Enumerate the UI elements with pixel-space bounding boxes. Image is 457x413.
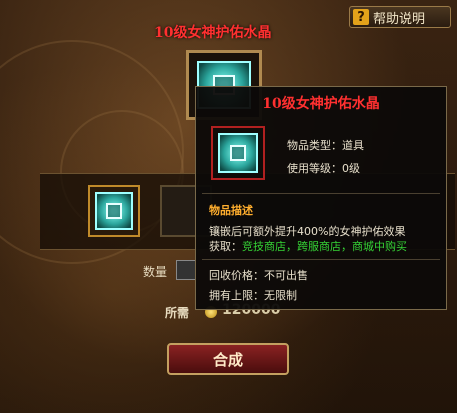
help-button[interactable]: ? 帮助说明 [349,6,451,28]
divider [202,193,440,194]
recycle-price: 回收价格：不可出售 [209,269,308,282]
use-level: 使用等级：0级 [287,162,360,175]
goddess-crystal-icon [95,192,133,230]
question-icon: ? [353,9,369,25]
craft-button[interactable]: 合成 [167,343,289,375]
material-slot-1[interactable] [88,185,140,237]
goddess-crystal-icon [218,133,258,173]
craft-target-title: 10级女神护佑水晶 [154,25,272,41]
tooltip-title: 10级女神护佑水晶 [262,96,380,112]
quantity-label: 数量 [143,265,168,279]
cost-label: 所需 [165,306,190,320]
item-tooltip: 10级女神护佑水晶 物品类型：道具 使用等级：0级 物品描述 镶嵌后可额外提升4… [195,86,447,310]
acquire-prefix: 获取： [209,240,242,253]
item-type: 物品类型：道具 [287,139,364,152]
help-label: 帮助说明 [373,11,426,27]
acquire-sources: 竞技商店，跨服商店，商城中购买 [242,240,407,253]
ownership-limit: 拥有上限：无限制 [209,289,297,302]
tooltip-item-icon [211,126,265,180]
quantity-decrease-button[interactable] [176,260,196,280]
craft-panel: ? 帮助说明 10级女神护佑水晶 数量 所需 120000 合成 10级女神护佑… [0,0,457,413]
divider [202,259,440,260]
acquire-line: 获取：竞技商店，跨服商店，商城中购买 [209,238,407,254]
description-text: 镶嵌后可额外提升400%的女神护佑效果 [209,225,406,238]
description-header: 物品描述 [209,204,253,217]
